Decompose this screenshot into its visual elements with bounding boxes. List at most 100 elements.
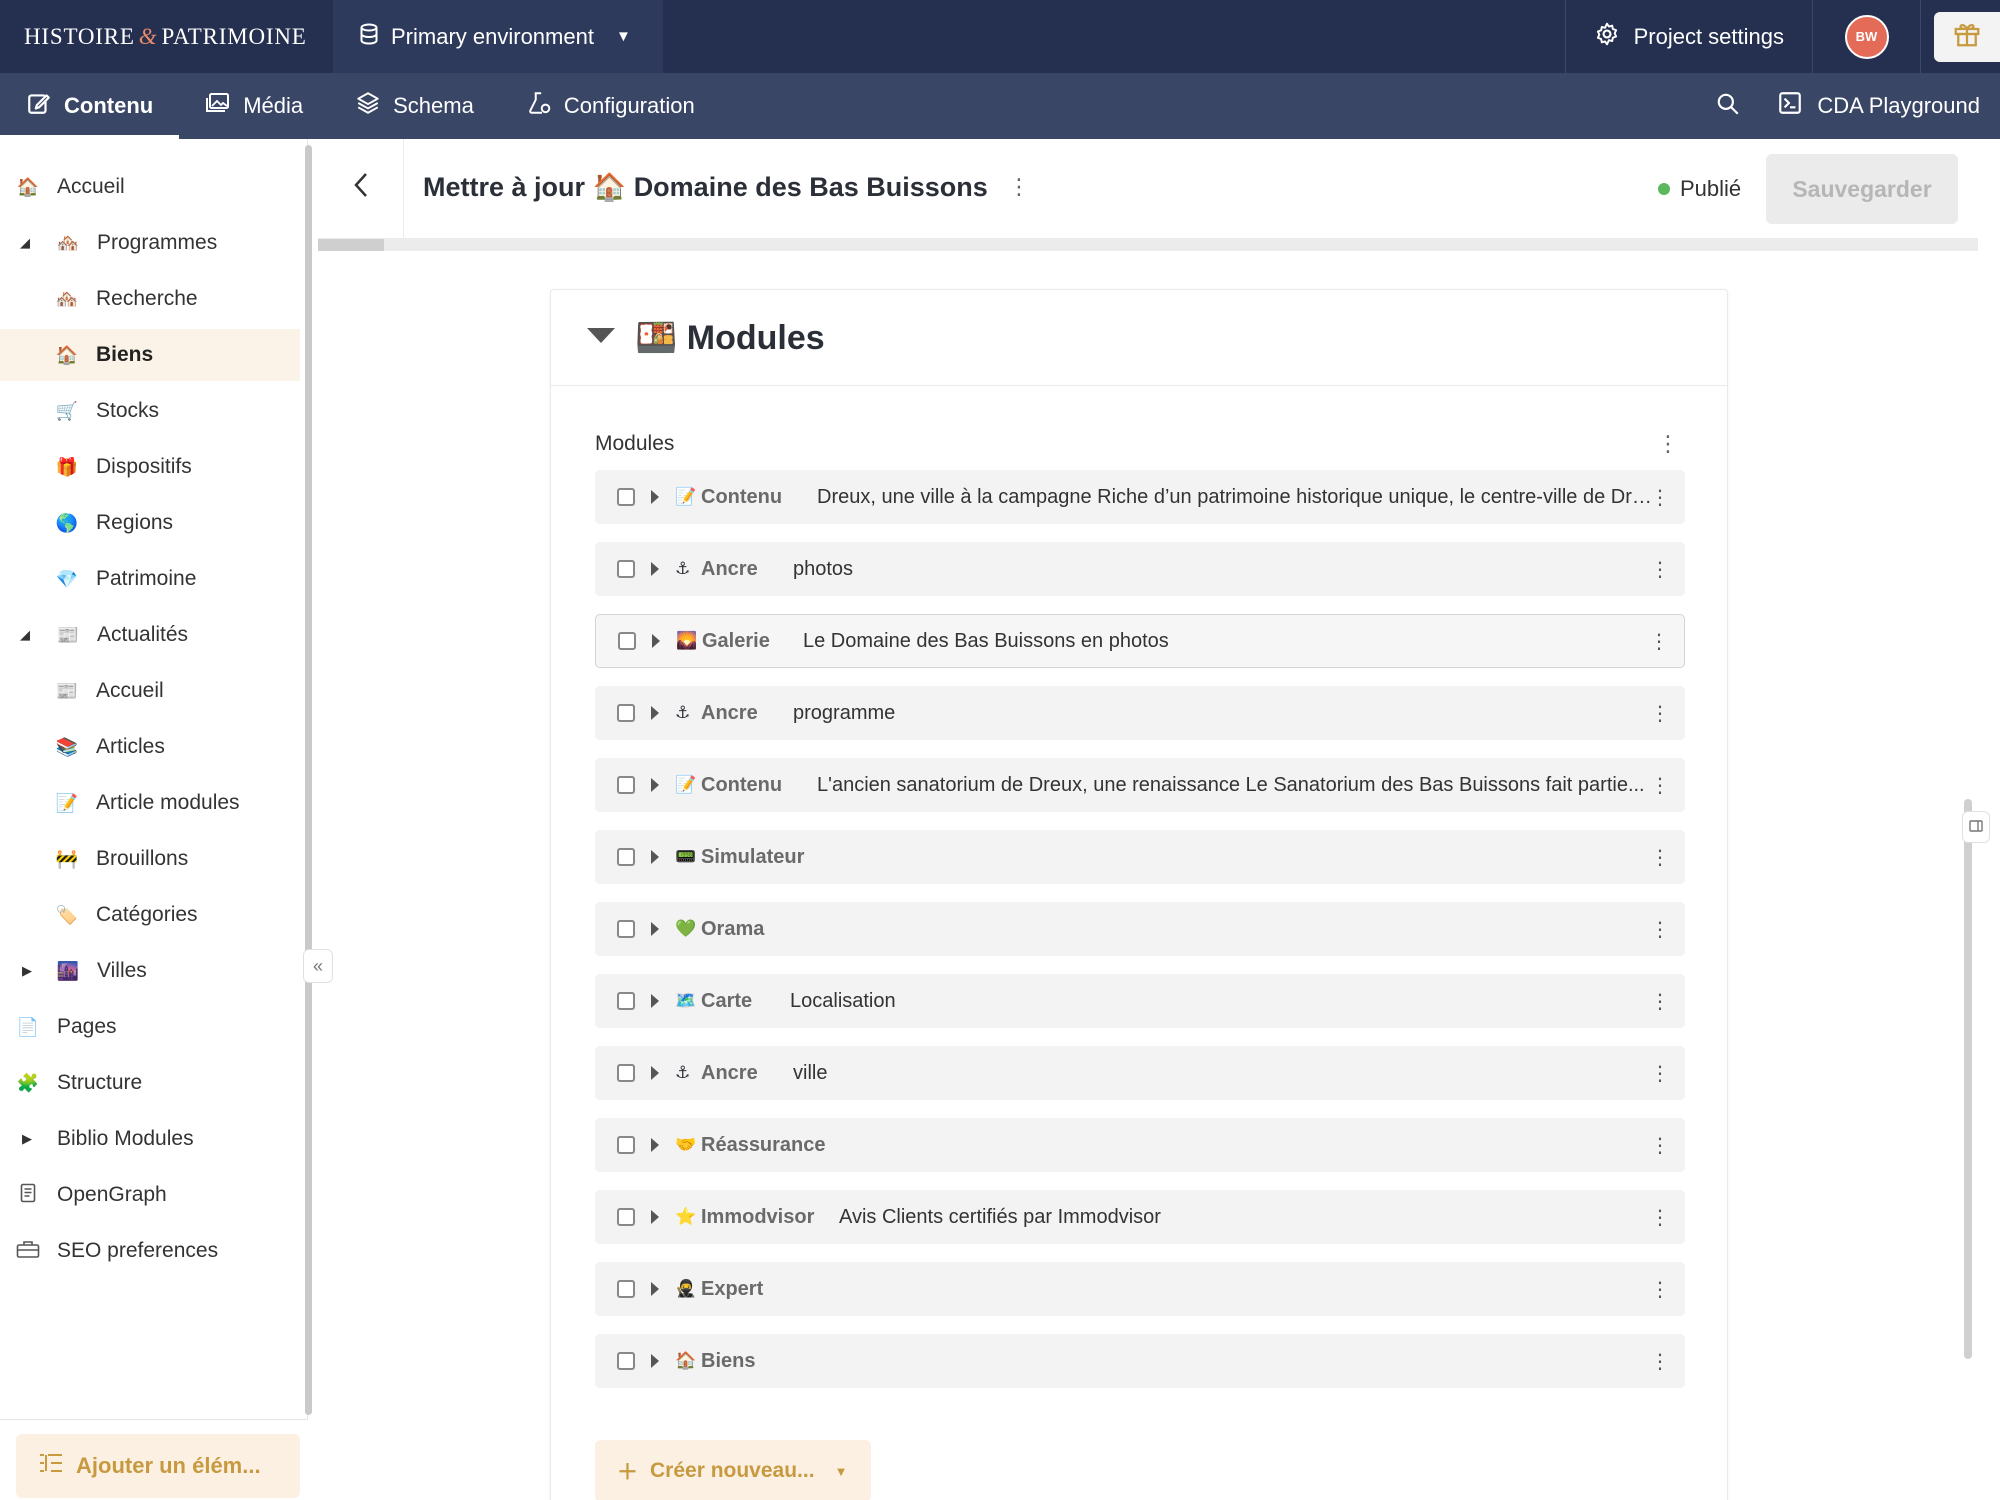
- expand-triangle-icon[interactable]: [652, 634, 660, 648]
- cda-playground-button[interactable]: CDA Playground: [1763, 90, 2000, 122]
- sidebar-item-pages[interactable]: 📄 Pages: [0, 1001, 300, 1053]
- modules-section-header[interactable]: 🍱 Modules: [551, 290, 1727, 386]
- tab-contenu[interactable]: Contenu: [0, 73, 180, 139]
- app-logo[interactable]: HISTOIRE & PATRIMOINE: [24, 0, 307, 73]
- avatar[interactable]: BW: [1844, 14, 1889, 59]
- expand-triangle-icon[interactable]: ▶: [22, 963, 32, 979]
- module-row-ancre[interactable]: ⚓ Ancre programme ⋮: [595, 686, 1685, 740]
- more-vertical-icon[interactable]: ⋮: [1649, 479, 1671, 515]
- expand-triangle-icon[interactable]: [651, 850, 659, 864]
- tab-schema[interactable]: Schema: [329, 73, 500, 139]
- more-vertical-icon[interactable]: ⋮: [1649, 839, 1671, 875]
- sidebar-item-categories[interactable]: 🏷️ Catégories: [0, 889, 300, 941]
- row-checkbox[interactable]: [617, 488, 635, 506]
- environment-selector[interactable]: Primary environment ▼: [333, 0, 663, 73]
- sidebar-item-programmes[interactable]: ◢ 🏘️ Programmes: [0, 217, 300, 269]
- row-checkbox[interactable]: [617, 848, 635, 866]
- back-button[interactable]: [318, 139, 404, 239]
- row-checkbox[interactable]: [617, 1064, 635, 1082]
- module-row-r-assurance[interactable]: 🤝 Réassurance ⋮: [595, 1118, 1685, 1172]
- module-row-expert[interactable]: 🥷 Expert ⋮: [595, 1262, 1685, 1316]
- sidebar-item-articles[interactable]: 📚 Articles: [0, 721, 300, 773]
- module-row-ancre[interactable]: ⚓ Ancre ville ⋮: [595, 1046, 1685, 1100]
- row-checkbox[interactable]: [618, 632, 636, 650]
- sidebar-item-biens[interactable]: 🏠 Biens: [0, 329, 300, 381]
- row-checkbox[interactable]: [617, 920, 635, 938]
- expand-triangle-icon[interactable]: [651, 562, 659, 576]
- field-menu-button[interactable]: ⋮: [1653, 426, 1683, 462]
- create-new-button[interactable]: ＋ Créer nouveau... ▼: [595, 1440, 871, 1500]
- expand-triangle-icon[interactable]: [651, 1066, 659, 1080]
- more-vertical-icon[interactable]: ⋮: [1649, 1055, 1671, 1091]
- project-settings-button[interactable]: Project settings: [1564, 0, 1812, 73]
- sidebar-item-dispositifs[interactable]: 🎁 Dispositifs: [0, 441, 300, 493]
- row-checkbox[interactable]: [617, 1352, 635, 1370]
- status-label: Publié: [1680, 176, 1742, 201]
- tab-configuration[interactable]: Configuration: [500, 73, 721, 139]
- row-checkbox[interactable]: [617, 704, 635, 722]
- add-item-button[interactable]: Ajouter un élém...: [16, 1434, 300, 1498]
- sidebar-item-opengraph[interactable]: OpenGraph: [0, 1169, 300, 1221]
- sidebar-scrollbar[interactable]: [305, 145, 312, 1415]
- row-checkbox[interactable]: [617, 1208, 635, 1226]
- more-vertical-icon[interactable]: ⋮: [1649, 1199, 1671, 1235]
- expand-triangle-icon[interactable]: [651, 1354, 659, 1368]
- row-checkbox[interactable]: [617, 1280, 635, 1298]
- sidebar-item-patrimoine[interactable]: 💎 Patrimoine: [0, 553, 300, 605]
- expand-triangle-icon[interactable]: [651, 490, 659, 504]
- main-scrollbar[interactable]: [1964, 799, 1972, 1359]
- sidebar-item-seo-preferences[interactable]: SEO preferences: [0, 1225, 300, 1277]
- sidebar-item-accueil[interactable]: 🏠 Accueil: [0, 161, 300, 213]
- module-row-simulateur[interactable]: 📟 Simulateur ⋮: [595, 830, 1685, 884]
- gift-button[interactable]: [1934, 11, 2000, 62]
- sidebar-item-regions[interactable]: 🌎 Regions: [0, 497, 300, 549]
- sidebar-item-recherche[interactable]: 🏘️ Recherche: [0, 273, 300, 325]
- more-vertical-icon[interactable]: ⋮: [1649, 983, 1671, 1019]
- expand-triangle-icon[interactable]: [651, 1282, 659, 1296]
- record-menu-button[interactable]: ⋮: [1004, 169, 1034, 205]
- collapse-triangle-icon[interactable]: ◢: [20, 235, 30, 251]
- sidebar-item-article-modules[interactable]: 📝 Article modules: [0, 777, 300, 829]
- module-row-biens[interactable]: 🏠 Biens ⋮: [595, 1334, 1685, 1388]
- more-vertical-icon[interactable]: ⋮: [1648, 623, 1670, 659]
- collapse-triangle-icon[interactable]: [587, 328, 615, 343]
- toggle-right-panel-button[interactable]: [1962, 811, 1990, 843]
- more-vertical-icon[interactable]: ⋮: [1649, 767, 1671, 803]
- expand-triangle-icon[interactable]: [651, 1138, 659, 1152]
- expand-triangle-icon[interactable]: [651, 994, 659, 1008]
- module-row-orama[interactable]: 💚 Orama ⋮: [595, 902, 1685, 956]
- sidebar-item-actualites-accueil[interactable]: 📰 Accueil: [0, 665, 300, 717]
- more-vertical-icon[interactable]: ⋮: [1649, 911, 1671, 947]
- row-checkbox[interactable]: [617, 560, 635, 578]
- sidebar-item-biblio-modules[interactable]: ▶ Biblio Modules: [0, 1113, 300, 1165]
- row-checkbox[interactable]: [617, 992, 635, 1010]
- row-checkbox[interactable]: [617, 776, 635, 794]
- tab-media[interactable]: Média: [179, 73, 329, 139]
- sidebar-item-villes[interactable]: ▶ 🌆 Villes: [0, 945, 300, 997]
- more-vertical-icon[interactable]: ⋮: [1649, 1343, 1671, 1379]
- more-vertical-icon[interactable]: ⋮: [1649, 695, 1671, 731]
- expand-triangle-icon[interactable]: [651, 706, 659, 720]
- expand-triangle-icon[interactable]: [651, 778, 659, 792]
- more-vertical-icon[interactable]: ⋮: [1649, 1127, 1671, 1163]
- expand-triangle-icon[interactable]: ▶: [22, 1131, 32, 1147]
- module-row-carte[interactable]: 🗺️ Carte Localisation ⋮: [595, 974, 1685, 1028]
- sidebar-item-stocks[interactable]: 🛒 Stocks: [0, 385, 300, 437]
- module-row-contenu[interactable]: 📝 Contenu L'ancien sanatorium de Dreux, un…: [595, 758, 1685, 812]
- module-row-contenu[interactable]: 📝 Contenu Dreux, une ville à la campagne R…: [595, 470, 1685, 524]
- module-row-galerie[interactable]: 🌄 Galerie Le Domaine des Bas Buissons en p…: [595, 614, 1685, 668]
- module-row-ancre[interactable]: ⚓ Ancre photos ⋮: [595, 542, 1685, 596]
- more-vertical-icon[interactable]: ⋮: [1649, 551, 1671, 587]
- more-vertical-icon[interactable]: ⋮: [1649, 1271, 1671, 1307]
- collapse-sidebar-button[interactable]: «: [303, 949, 333, 983]
- save-button[interactable]: Sauvegarder: [1766, 154, 1958, 224]
- sidebar-item-actualites[interactable]: ◢ 📰 Actualités: [0, 609, 300, 661]
- row-checkbox[interactable]: [617, 1136, 635, 1154]
- sidebar-item-brouillons[interactable]: 🚧 Brouillons: [0, 833, 300, 885]
- collapse-triangle-icon[interactable]: ◢: [20, 627, 30, 643]
- sidebar-item-structure[interactable]: 🧩 Structure: [0, 1057, 300, 1109]
- expand-triangle-icon[interactable]: [651, 1210, 659, 1224]
- search-button[interactable]: [1693, 73, 1763, 139]
- module-row-immodvisor[interactable]: ⭐ Immodvisor Avis Clients certifiés par Im…: [595, 1190, 1685, 1244]
- expand-triangle-icon[interactable]: [651, 922, 659, 936]
